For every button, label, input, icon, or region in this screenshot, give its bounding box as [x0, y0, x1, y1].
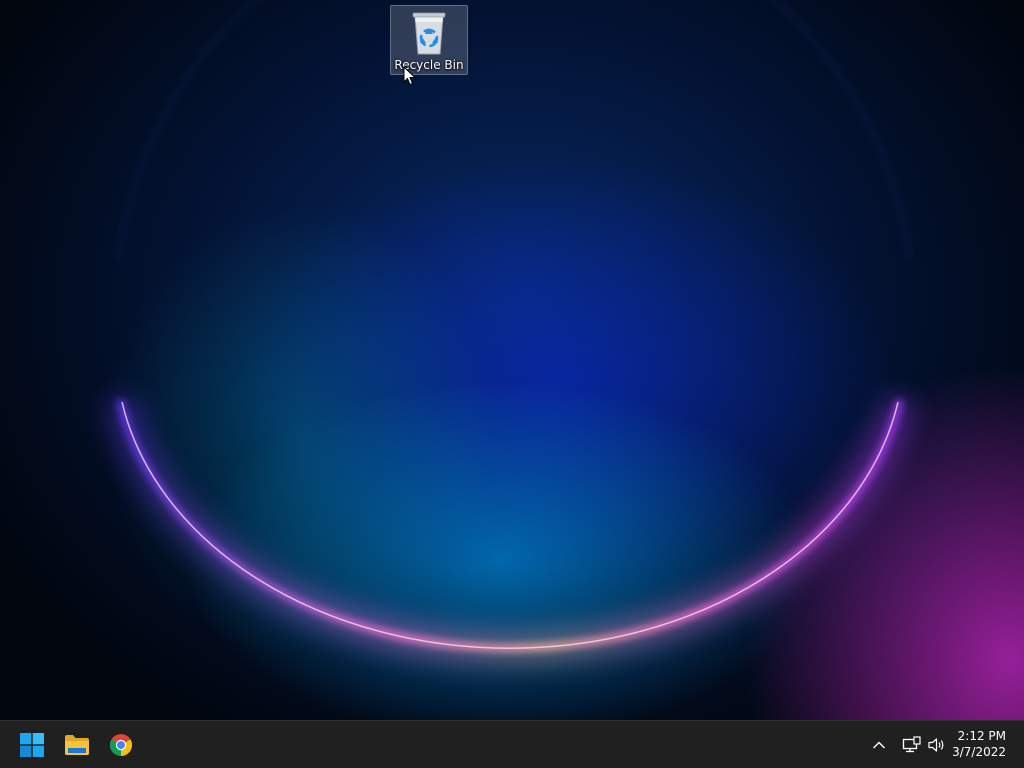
windows-start-icon — [20, 733, 44, 757]
mouse-pointer-icon — [403, 66, 417, 86]
folder-icon — [65, 735, 89, 755]
chevron-up-icon — [873, 741, 885, 749]
recycle-bin-desktop-icon[interactable]: Recycle Bin — [390, 5, 468, 75]
file-explorer-taskbar-button[interactable] — [57, 725, 97, 765]
clock-date-button[interactable]: 2:12 PM 3/7/2022 — [936, 728, 1006, 760]
wallpaper-bloom-art — [107, 0, 913, 661]
chrome-icon — [110, 734, 132, 756]
chrome-taskbar-button[interactable] — [101, 725, 141, 765]
recycle-bin-icon — [412, 12, 446, 55]
show-hidden-icons-button[interactable] — [869, 733, 889, 757]
taskbar: 2:12 PM 3/7/2022 — [0, 720, 1024, 768]
network-icon — [902, 736, 921, 753]
start-button[interactable] — [12, 725, 52, 765]
clock-date: 3/7/2022 — [952, 745, 1006, 759]
desktop[interactable]: Recycle Bin — [0, 0, 1024, 720]
clock-time: 2:12 PM — [957, 729, 1006, 743]
